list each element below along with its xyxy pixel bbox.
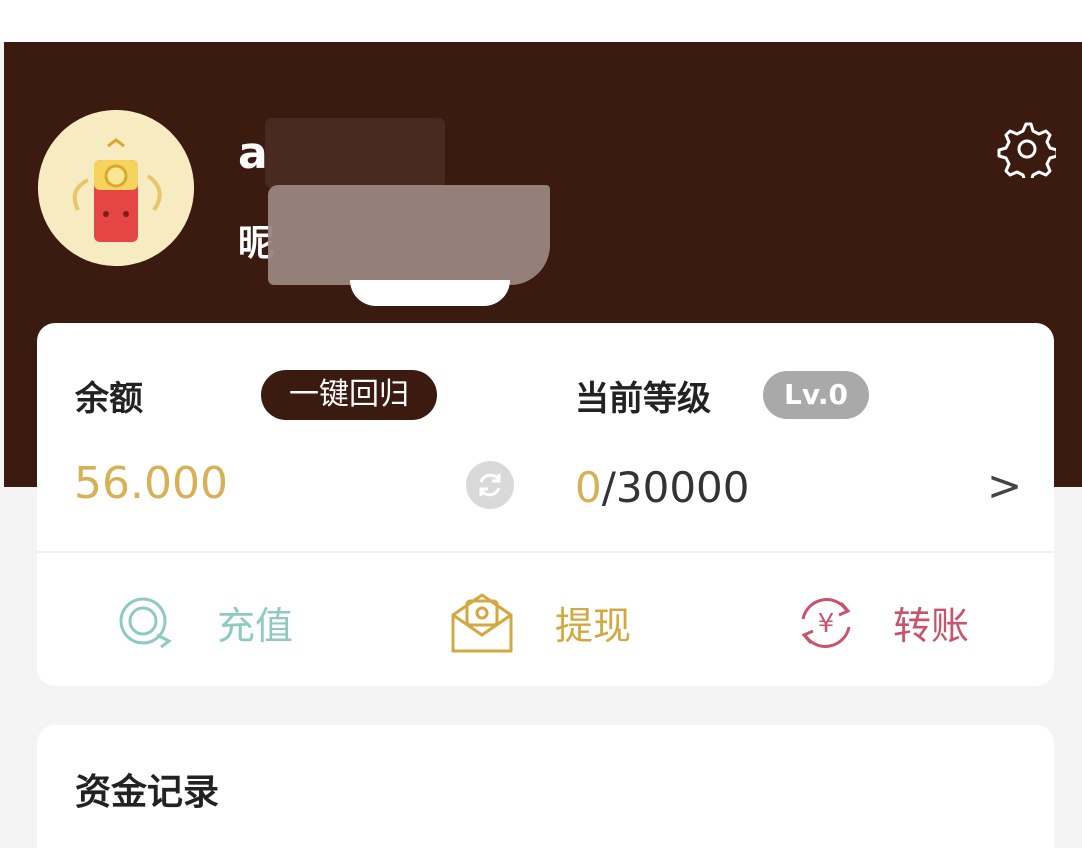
- level-badge: Lv.0: [763, 371, 869, 419]
- level-progress: 0/30000: [575, 463, 750, 512]
- gear-icon[interactable]: [996, 118, 1059, 184]
- recharge-icon: [113, 589, 179, 655]
- one-click-return-button[interactable]: 一键回归: [261, 370, 437, 420]
- avatar-image: [38, 110, 194, 266]
- chevron-right-icon[interactable]: >: [987, 461, 1022, 510]
- redaction-mark: [268, 185, 550, 285]
- withdraw-button[interactable]: 提现: [449, 581, 709, 661]
- envelope-icon: [449, 589, 515, 655]
- redaction-mark: [350, 280, 510, 306]
- transfer-button[interactable]: ¥ 转账: [793, 581, 1023, 661]
- balance-value: 56.000: [74, 458, 228, 509]
- withdraw-label: 提现: [555, 604, 632, 648]
- fund-records-card[interactable]: 资金记录: [37, 725, 1054, 848]
- transfer-label: 转账: [893, 604, 970, 648]
- status-bar-area: [0, 0, 1082, 42]
- divider: [37, 551, 1054, 553]
- level-progress-current: 0: [575, 463, 602, 512]
- level-progress-target: /30000: [601, 463, 750, 512]
- balance-label: 余额: [75, 379, 143, 419]
- wallet-page: a 昵 余额 一键回归 当前等级 Lv.0 56.000 0/30000 > 充…: [0, 0, 1082, 848]
- recharge-label: 充值: [217, 604, 294, 648]
- wallet-card: 余额 一键回归 当前等级 Lv.0 56.000 0/30000 > 充值 提现…: [37, 323, 1054, 686]
- avatar[interactable]: [38, 110, 194, 266]
- level-label: 当前等级: [575, 379, 711, 419]
- refresh-icon[interactable]: [465, 460, 515, 510]
- fund-records-title: 资金记录: [75, 772, 220, 813]
- recharge-button[interactable]: 充值: [113, 581, 373, 661]
- yen-exchange-icon: ¥: [793, 589, 859, 655]
- svg-text:¥: ¥: [818, 609, 835, 639]
- redaction-mark: [265, 118, 445, 188]
